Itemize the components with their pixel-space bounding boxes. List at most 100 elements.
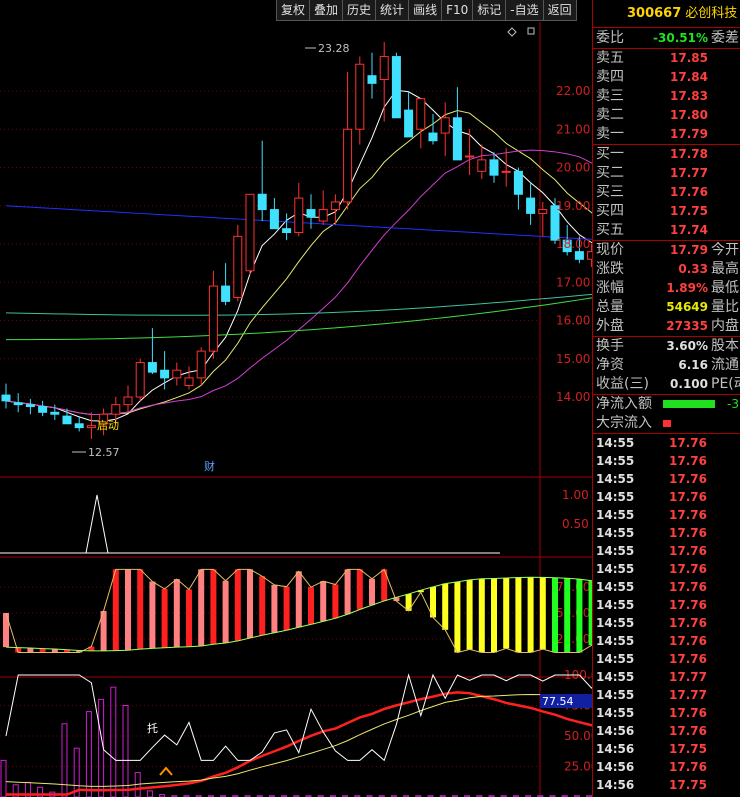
fundamental-value: 3.60%	[666, 339, 708, 353]
bid-row: 买一 17.78	[593, 145, 740, 164]
fundamental-label2: PE(动	[711, 376, 740, 392]
osc-tick-label: 75.00	[556, 580, 590, 594]
candle-body	[367, 75, 377, 84]
candle-body	[282, 228, 292, 234]
weibi-label: 委比	[596, 30, 624, 46]
tick-time: 14:56	[596, 724, 635, 738]
osc-tick-label: 50.00	[556, 606, 590, 620]
bid-label: 买一	[596, 146, 624, 162]
net-inflow-row: 净流入额 -3	[593, 395, 740, 414]
osc-bar	[259, 576, 266, 636]
tick-price: 17.76	[669, 760, 707, 774]
quote-label: 外盘	[596, 318, 624, 334]
fundamental-row: 收益(三) 0.100PE(动	[593, 375, 740, 394]
fundamental-row: 换手 3.60% 股本	[593, 337, 740, 356]
statistics-button[interactable]: 统计	[375, 0, 410, 21]
price-tick-label: 17.00	[556, 275, 590, 289]
ask-label: 卖五	[596, 50, 624, 66]
chevron-icon[interactable]	[527, 27, 535, 35]
osc-bar	[222, 580, 229, 643]
tick-row: 14:56 17.76	[593, 722, 740, 740]
osc-bar	[112, 569, 119, 651]
tick-time: 14:56	[596, 778, 635, 792]
svg-text:77.54: 77.54	[542, 695, 574, 708]
osc-bar	[503, 577, 510, 649]
price-tick-label: 16.00	[556, 314, 590, 328]
remove-favorite-button[interactable]: -自选	[505, 0, 544, 21]
quote-value: 1.89%	[666, 281, 708, 295]
tick-row: 14:55 17.76	[593, 614, 740, 632]
tick-time: 14:55	[596, 472, 635, 486]
osc-bar	[478, 578, 485, 653]
mark-button[interactable]: 标记	[472, 0, 507, 21]
fundamentals: 换手 3.60%股本净资 6.16流通收益(三) 0.100PE(动	[593, 337, 740, 395]
tick-row: 14:55 17.76	[593, 704, 740, 722]
ask-price: 17.85	[670, 51, 708, 65]
tick-list[interactable]: 14:55 17.76 14:55 17.76 14:55 17.76 14:55 17.76…	[593, 434, 740, 794]
candle-body	[135, 362, 145, 398]
price-tick-label: 19.00	[556, 199, 590, 213]
bid-label: 买四	[596, 203, 624, 219]
tick-price: 17.76	[669, 472, 707, 486]
tick-row: 14:55 17.76	[593, 524, 740, 542]
tick-price: 17.76	[669, 580, 707, 594]
quote-label: 现价	[596, 242, 624, 258]
fuquan-button[interactable]: 复权	[276, 0, 311, 21]
tick-time: 14:56	[596, 742, 635, 756]
kline-chart-area[interactable]: 22.00 21.00 20.00 19.00 18.00 17.00 16.00 15.00…	[0, 22, 592, 797]
block-inflow-row: 大宗流入	[593, 414, 740, 433]
osc-bar	[308, 587, 314, 625]
osc-bar	[332, 584, 339, 619]
draw-line-button[interactable]: 画线	[408, 0, 443, 21]
quote-value: 27335	[666, 319, 708, 333]
fundamental-label: 换手	[596, 338, 624, 354]
candle-body	[111, 404, 121, 415]
tick-price: 17.75	[669, 742, 707, 756]
tick-row: 14:55 17.77	[593, 668, 740, 686]
bottom-tick-label: 25.00	[564, 760, 592, 774]
block-inflow-label: 大宗流入	[596, 415, 652, 431]
candle-body	[74, 423, 84, 429]
candle-body	[245, 193, 255, 272]
f10-button[interactable]: F10	[441, 0, 474, 21]
finance-marker[interactable]: 财	[204, 459, 215, 473]
quote-summary: 现价 17.79 今开 涨跌 0.33 最高 涨幅 1.89% 最低 总量 54649 量比 外盘 273…	[593, 241, 740, 337]
tick-time: 14:55	[596, 706, 635, 720]
osc-tick-label: 25.00	[556, 632, 590, 646]
kline-chart-svg[interactable]: 22.00 21.00 20.00 19.00 18.00 17.00 16.00 15.00…	[0, 22, 592, 797]
bottom-tick-label: 50.00	[564, 729, 592, 743]
indicator-value-box: 77.54	[540, 694, 592, 708]
signal-spike	[85, 494, 109, 554]
tick-price: 17.76	[669, 454, 707, 468]
overlay-button[interactable]: 叠加	[309, 0, 344, 21]
history-button[interactable]: 历史	[342, 0, 377, 21]
osc-bar	[295, 571, 302, 628]
ask-label: 卖一	[596, 126, 624, 142]
moving-average-lines	[5, 89, 592, 422]
osc-bar	[39, 648, 46, 653]
tick-time: 14:55	[596, 688, 635, 702]
osc-bar	[173, 579, 180, 648]
start-signal-label: 启动	[97, 419, 119, 432]
osc-bar	[454, 581, 461, 653]
ask-price: 17.84	[670, 70, 708, 84]
tick-row: 14:56 17.75	[593, 776, 740, 794]
diamond-icon[interactable]	[507, 27, 517, 37]
tick-row: 14:55 17.77	[593, 686, 740, 704]
ask-label: 卖三	[596, 88, 624, 104]
quote-label: 总量	[596, 299, 624, 315]
osc-bar	[369, 578, 375, 606]
stock-header: 300667 必创科技	[593, 0, 740, 28]
quote-row: 涨幅 1.89% 最低	[593, 279, 740, 298]
price-tick-label: 22.00	[556, 84, 590, 98]
quote-row: 现价 17.79 今开	[593, 241, 740, 260]
candle-body	[416, 98, 426, 130]
osc-bar	[161, 588, 168, 648]
tick-time: 14:55	[596, 544, 635, 558]
ask-row: 卖二 17.80	[593, 106, 740, 125]
osc-bar	[320, 581, 327, 622]
tick-time: 14:55	[596, 580, 635, 594]
fundamental-label2: 流通	[711, 357, 739, 373]
osc-bar	[186, 589, 192, 647]
back-button[interactable]: 返回	[542, 0, 577, 21]
